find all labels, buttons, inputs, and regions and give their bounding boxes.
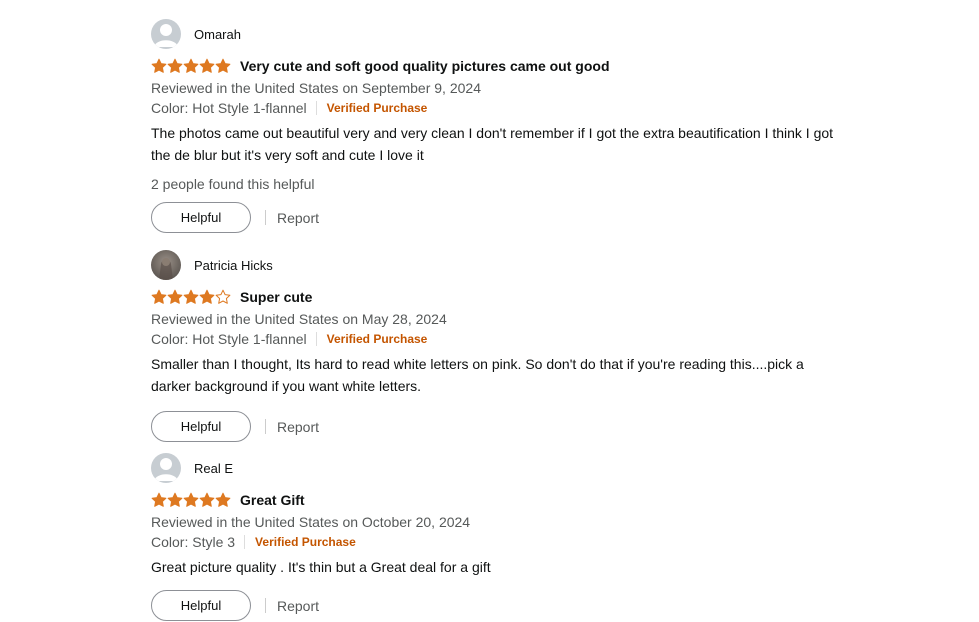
- review-title[interactable]: Super cute: [240, 289, 312, 305]
- helpful-button[interactable]: Helpful: [151, 202, 251, 233]
- helpful-count: 2 people found this helpful: [151, 176, 315, 192]
- review-title[interactable]: Very cute and soft good quality pictures…: [240, 58, 610, 74]
- default-avatar-icon: [151, 19, 181, 49]
- reviewer-profile[interactable]: Omarah: [151, 18, 841, 50]
- star-rating[interactable]: [151, 289, 231, 305]
- star-filled-icon: [183, 289, 199, 304]
- star-rating[interactable]: [151, 492, 231, 508]
- report-link[interactable]: Report: [277, 419, 319, 435]
- meta-divider: [244, 535, 246, 549]
- review-card: Patricia Hicks Super cute Reviewed in th…: [151, 249, 841, 442]
- report-link[interactable]: Report: [277, 210, 319, 226]
- review-body: Smaller than I thought, Its hard to read…: [151, 356, 804, 394]
- star-filled-icon: [151, 289, 167, 304]
- star-rating[interactable]: [151, 58, 231, 74]
- helpful-button[interactable]: Helpful: [151, 411, 251, 442]
- review-title[interactable]: Great Gift: [240, 492, 305, 508]
- star-filled-icon: [199, 289, 215, 304]
- review-body: Great picture quality . It's thin but a …: [151, 559, 491, 575]
- default-avatar-icon: [151, 453, 181, 483]
- star-filled-icon: [167, 58, 183, 73]
- action-divider: [265, 419, 266, 434]
- star-filled-icon: [167, 289, 183, 304]
- review-date: Reviewed in the United States on May 28,…: [151, 311, 447, 327]
- review-body: The photos came out beautiful very and v…: [151, 125, 834, 163]
- photo-avatar-icon: [151, 250, 181, 280]
- star-filled-icon: [215, 58, 231, 73]
- review-card: Omarah Very cute and soft good quality p…: [151, 18, 841, 233]
- star-filled-icon: [199, 58, 215, 73]
- star-filled-icon: [199, 492, 215, 507]
- star-filled-icon: [151, 492, 167, 507]
- star-filled-icon: [151, 58, 167, 73]
- verified-purchase-badge: Verified Purchase: [326, 101, 428, 115]
- star-filled-icon: [167, 492, 183, 507]
- reviewer-name: Real E: [194, 460, 234, 476]
- product-variant: Color: Hot Style 1-flannel: [151, 331, 307, 347]
- helpful-button[interactable]: Helpful: [151, 590, 251, 621]
- verified-purchase-badge: Verified Purchase: [326, 332, 428, 346]
- report-link[interactable]: Report: [277, 598, 319, 614]
- review-date: Reviewed in the United States on October…: [151, 514, 471, 530]
- action-divider: [265, 598, 266, 613]
- reviewer-name: Omarah: [194, 26, 241, 42]
- review-card: Real E Great Gift Reviewed in the United…: [151, 452, 841, 621]
- meta-divider: [315, 332, 317, 346]
- star-filled-icon: [215, 492, 231, 507]
- verified-purchase-badge: Verified Purchase: [255, 535, 356, 549]
- product-variant: Color: Hot Style 1-flannel: [151, 100, 307, 116]
- reviewer-name: Patricia Hicks: [194, 257, 273, 273]
- star-filled-icon: [183, 58, 199, 73]
- review-date: Reviewed in the United States on Septemb…: [151, 80, 481, 96]
- star-empty-icon: [215, 289, 231, 304]
- star-filled-icon: [183, 492, 199, 507]
- action-divider: [265, 210, 266, 225]
- product-variant: Color: Style 3: [151, 534, 236, 550]
- meta-divider: [315, 101, 317, 115]
- reviewer-profile[interactable]: Patricia Hicks: [151, 249, 841, 281]
- reviewer-profile[interactable]: Real E: [151, 452, 841, 484]
